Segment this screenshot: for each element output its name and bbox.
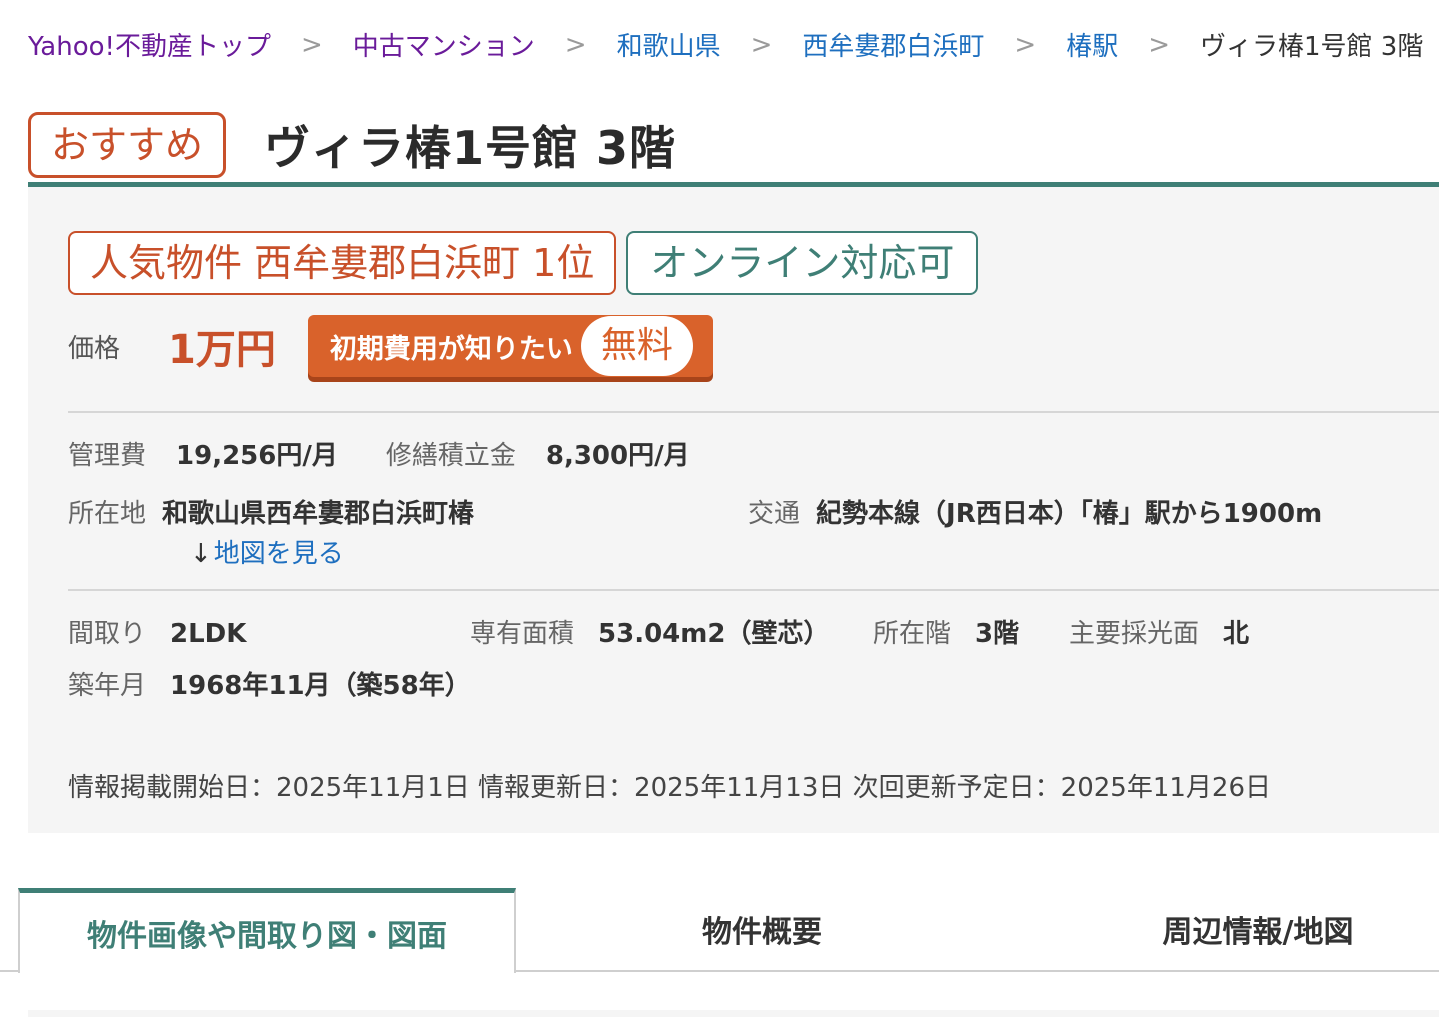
chevron-right-icon: >	[564, 29, 587, 60]
breadcrumb-link-used-mansion[interactable]: 中古マンション	[353, 26, 535, 63]
price-value: 1万円	[168, 327, 276, 373]
chevron-right-icon: >	[1148, 29, 1170, 60]
management-fee-label: 管理費	[68, 441, 147, 471]
free-pill: 無料	[580, 316, 693, 376]
price-row: 価格 1万円 初期費用が知りたい 無料	[68, 315, 713, 377]
tab-images-floorplan[interactable]: 物件画像や間取り図・図面	[18, 888, 516, 973]
chevron-right-icon: >	[1014, 29, 1037, 60]
address-label: 所在地	[68, 499, 147, 529]
title-row: おすすめ ヴィラ椿1号館 3階	[28, 112, 676, 178]
online-support-badge: オンライン対応可	[626, 231, 979, 295]
view-map-link[interactable]: ↓地図を見る	[190, 533, 344, 570]
breadcrumb: Yahoo!不動産トップ > 中古マンション > 和歌山県 > 西牟婁郡白浜町 …	[28, 26, 1423, 63]
area-label: 専有面積	[470, 619, 575, 649]
built-label: 築年月	[68, 671, 147, 701]
chevron-right-icon: >	[300, 29, 323, 60]
initial-cost-label: 初期費用が知りたい	[329, 333, 573, 365]
built-item: 築年月 1968年11月（築58年）	[68, 665, 471, 702]
access-value: 紀勢本線（JR西日本）「椿」駅から1900m	[816, 499, 1323, 529]
initial-cost-button[interactable]: 初期費用が知りたい 無料	[307, 315, 713, 377]
floor-label: 所在階	[873, 619, 952, 649]
popular-rank-badge: 人気物件 西牟婁郡白浜町 1位	[68, 231, 617, 295]
floor-item: 所在階 3階	[873, 613, 1019, 650]
price-label: 価格	[68, 333, 121, 364]
area-item: 専有面積 53.04m2（壁芯）	[470, 613, 829, 650]
arrow-down-icon: ↓	[190, 539, 212, 569]
repair-fund-label: 修繕積立金	[385, 441, 516, 471]
floor-value: 3階	[975, 619, 1020, 649]
chevron-right-icon: >	[750, 29, 773, 60]
built-value: 1968年11月（築58年）	[170, 671, 471, 701]
light-item: 主要採光面 北	[1069, 613, 1249, 650]
area-value: 53.04m2（壁芯）	[598, 619, 830, 649]
content-area-top	[28, 1010, 1439, 1017]
access-label: 交通	[748, 499, 801, 529]
layout-label: 間取り	[68, 619, 147, 649]
repair-fund-value: 8,300円/月	[545, 441, 690, 471]
address-value: 和歌山県西牟婁郡白浜町椿	[162, 499, 475, 529]
tab-overview[interactable]: 物件概要	[514, 888, 1010, 970]
page-title: ヴィラ椿1号館 3階	[264, 121, 677, 175]
breadcrumb-link-top[interactable]: Yahoo!不動産トップ	[28, 26, 271, 63]
address-row: 所在地 和歌山県西牟婁郡白浜町椿	[68, 493, 474, 530]
view-map-label: 地図を見る	[213, 539, 344, 569]
breadcrumb-current: ヴィラ椿1号館 3階	[1200, 32, 1424, 62]
access-row: 交通 紀勢本線（JR西日本）「椿」駅から1900m	[748, 493, 1322, 530]
breadcrumb-link-station[interactable]: 椿駅	[1066, 26, 1118, 63]
fees-row: 管理費 19,256円/月 修繕積立金 8,300円/月	[68, 435, 690, 472]
divider	[68, 411, 1439, 413]
main-light-value: 北	[1223, 619, 1250, 649]
breadcrumb-link-prefecture[interactable]: 和歌山県	[617, 26, 721, 63]
badge-row: 人気物件 西牟婁郡白浜町 1位 オンライン対応可	[68, 231, 979, 295]
tab-surroundings-map[interactable]: 周辺情報/地図	[1010, 888, 1439, 970]
listing-dates: 情報掲載開始日：2025年11月1日 情報更新日：2025年11月13日 次回更…	[68, 773, 1271, 803]
detail-tabs: 物件画像や間取り図・図面 物件概要 周辺情報/地図	[0, 888, 1439, 973]
layout-item: 間取り 2LDK	[68, 613, 246, 650]
divider	[68, 589, 1439, 591]
management-fee-value: 19,256円/月	[176, 441, 338, 471]
property-summary-panel: 人気物件 西牟婁郡白浜町 1位 オンライン対応可 価格 1万円 初期費用が知りた…	[28, 182, 1439, 833]
main-light-label: 主要採光面	[1069, 619, 1200, 649]
layout-value: 2LDK	[170, 619, 247, 649]
breadcrumb-link-town[interactable]: 西牟婁郡白浜町	[802, 26, 984, 63]
recommended-badge: おすすめ	[28, 112, 227, 178]
